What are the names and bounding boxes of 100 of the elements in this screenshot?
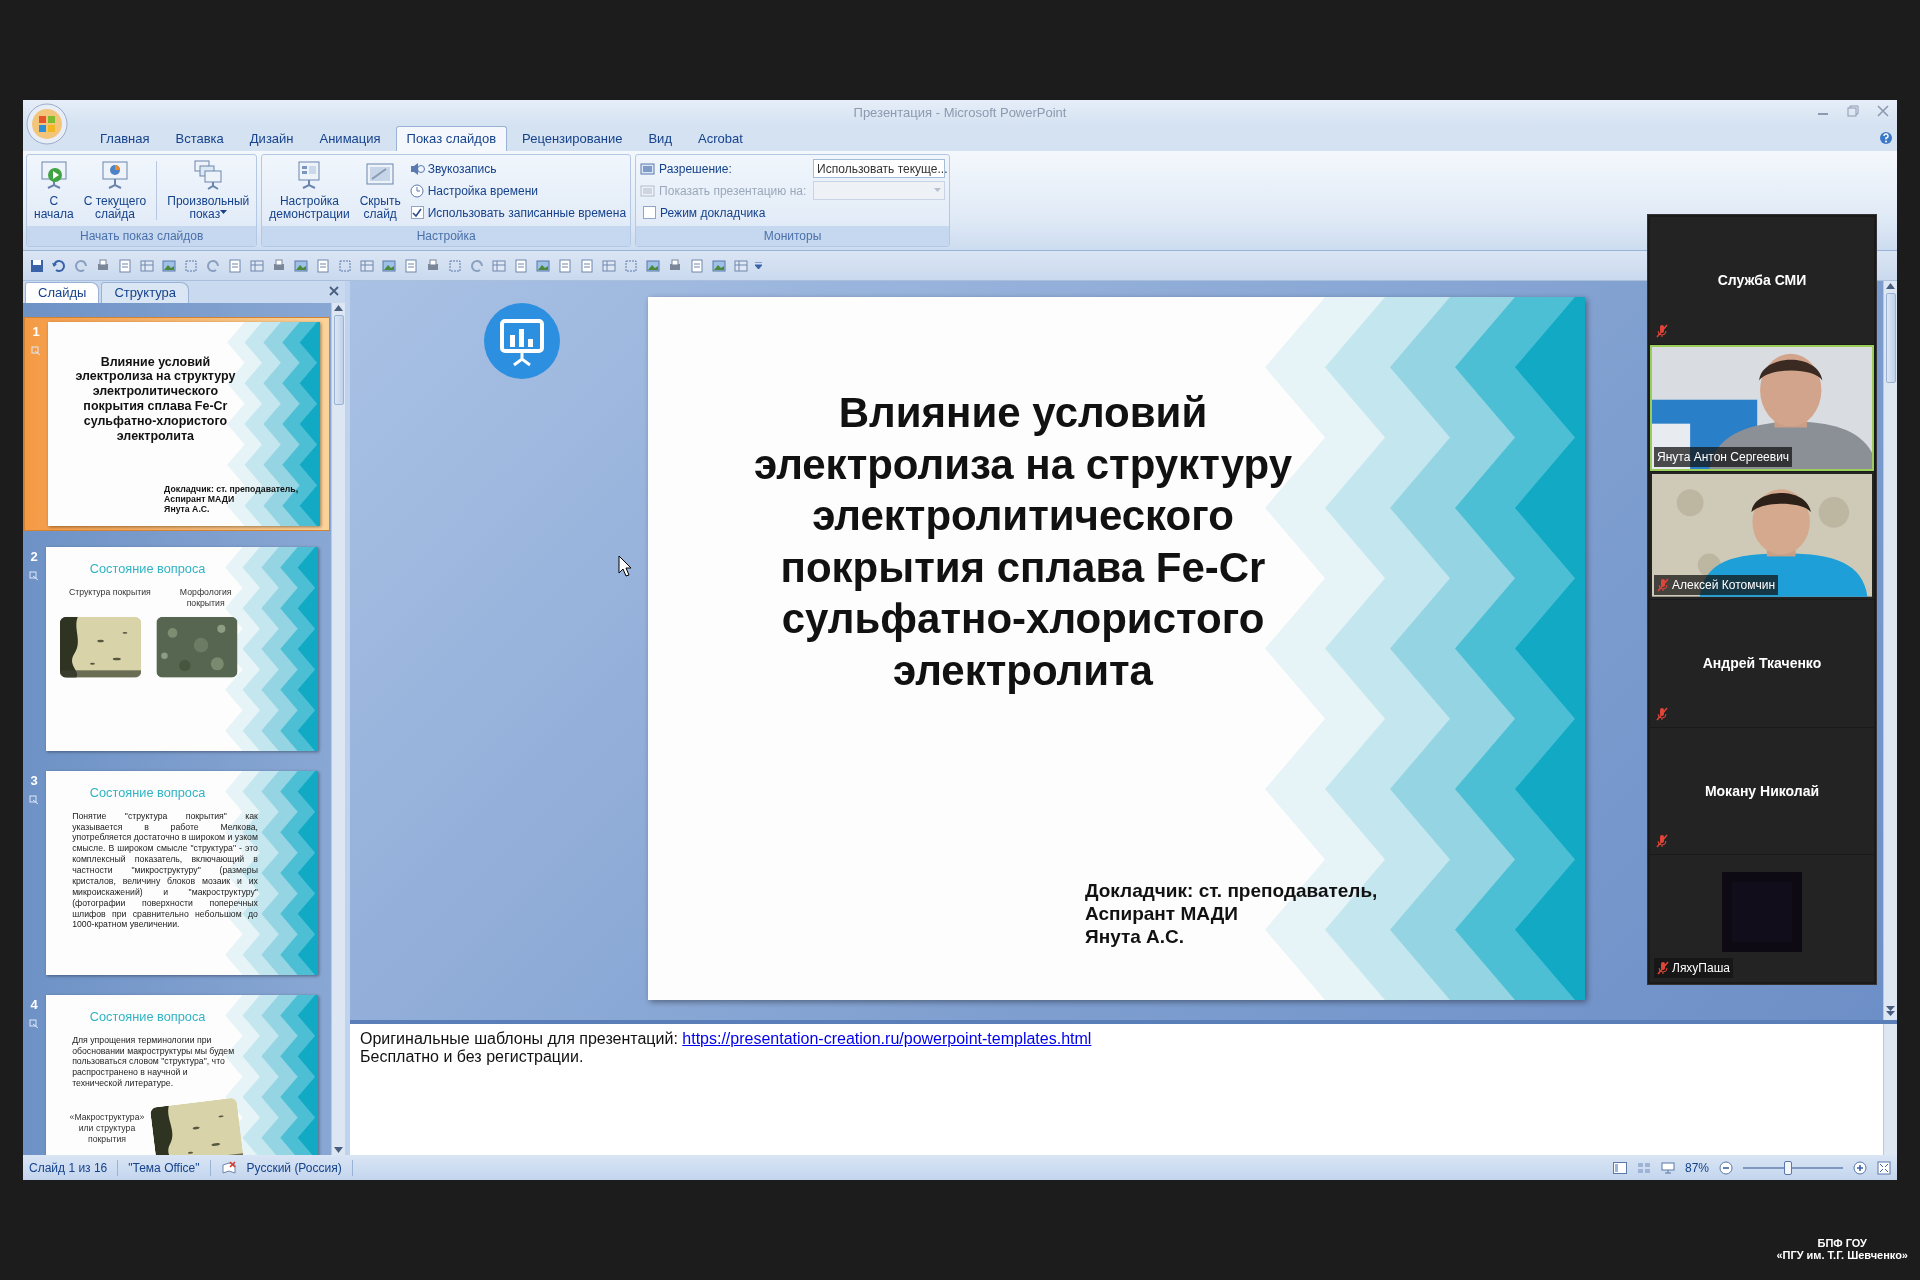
monitor-icon xyxy=(640,161,656,176)
dropdown-field[interactable]: Использовать текуще... xyxy=(813,159,946,178)
scrollbar[interactable] xyxy=(1883,1024,1897,1155)
close-icon[interactable] xyxy=(329,286,339,296)
scroll-up-icon[interactable] xyxy=(1886,283,1895,289)
document-icon[interactable] xyxy=(315,257,331,274)
ribbon-tab[interactable]: Анимация xyxy=(308,126,392,151)
photo-caption: «Макроструктура» или структура покрытия xyxy=(68,1111,146,1146)
redo-icon[interactable] xyxy=(205,257,221,274)
presentation-chart-icon[interactable] xyxy=(482,301,562,381)
table-icon[interactable] xyxy=(491,257,507,274)
ribbon-button[interactable]: С текущего слайда xyxy=(80,157,150,224)
ribbon-button[interactable]: Звукозапись xyxy=(407,159,499,178)
monitor-icon xyxy=(640,183,656,198)
selection-icon[interactable] xyxy=(183,257,199,274)
ribbon-tab[interactable]: Acrobat xyxy=(687,126,754,151)
clock-icon xyxy=(409,183,425,198)
scroll-thumb[interactable] xyxy=(1885,293,1896,383)
scrollbar[interactable] xyxy=(1883,281,1897,1020)
table-icon[interactable] xyxy=(249,257,265,274)
scroll-up-icon[interactable] xyxy=(334,305,343,311)
fit-window-icon[interactable] xyxy=(1877,1160,1891,1175)
document-icon[interactable] xyxy=(689,257,705,274)
ribbon-button[interactable]: С начала xyxy=(31,157,77,224)
ribbon-tab[interactable]: Показ слайдов xyxy=(395,126,508,151)
ribbon-button[interactable]: Произвольный показ xyxy=(164,157,253,224)
slideshow-icon[interactable] xyxy=(1660,1161,1675,1174)
slide-thumbnail[interactable] xyxy=(46,995,318,1155)
zoom-out-icon[interactable] xyxy=(1719,1160,1733,1175)
picture-icon[interactable] xyxy=(711,257,727,274)
slide-thumbnail[interactable] xyxy=(46,771,318,975)
speaker-icon xyxy=(409,161,425,176)
undo-icon[interactable] xyxy=(51,257,67,274)
language-label: Русский (Россия) xyxy=(246,1159,342,1177)
zoom-level: 87% xyxy=(1684,1159,1709,1177)
broadcaster-caption: «ПГУ им. Т.Г. Шевченко» xyxy=(1776,1249,1908,1261)
scroll-thumb[interactable] xyxy=(333,315,344,405)
transition-icon xyxy=(29,570,39,581)
ribbon-tab[interactable]: Дизайн xyxy=(238,126,305,151)
slide-title: Влияние условий электролиза на структуру электролитического покрытия сплава Fe-Cr сульфатно-хлористого электролита xyxy=(753,388,1293,696)
ribbon-tab[interactable]: Главная xyxy=(89,126,161,151)
window-title: Презентация - Microsoft PowerPoint xyxy=(853,103,1067,122)
picture-icon[interactable] xyxy=(535,257,551,274)
picture-icon[interactable] xyxy=(645,257,661,274)
document-icon[interactable] xyxy=(227,257,243,274)
caret-icon xyxy=(934,188,942,193)
checkbox[interactable] xyxy=(410,206,424,219)
help-icon[interactable] xyxy=(1879,131,1893,145)
document-icon[interactable] xyxy=(513,257,529,274)
table-icon[interactable] xyxy=(359,257,375,274)
pane-tab[interactable]: Структура xyxy=(101,282,190,303)
ribbon-button[interactable]: Настройка времени xyxy=(407,181,541,200)
ribbon-tab[interactable]: Рецензирование xyxy=(511,126,634,151)
scroll-down-icon[interactable] xyxy=(334,1147,343,1153)
document-icon[interactable] xyxy=(557,257,573,274)
redo-icon[interactable] xyxy=(73,257,89,274)
redo-icon[interactable] xyxy=(469,257,485,274)
transition-icon xyxy=(29,794,39,805)
checkbox-label: Режим докладчика xyxy=(660,204,766,222)
participant-name: Мокану Николай xyxy=(1704,781,1820,801)
restore-icon[interactable] xyxy=(1847,105,1859,117)
spellcheck-icon[interactable] xyxy=(220,1160,237,1175)
zoom-slider-thumb[interactable] xyxy=(1784,1160,1793,1175)
normal-view-icon[interactable] xyxy=(1612,1161,1627,1174)
customize-icon[interactable] xyxy=(755,261,762,270)
table-icon[interactable] xyxy=(139,257,155,274)
close-icon[interactable] xyxy=(1877,105,1889,117)
document-icon[interactable] xyxy=(117,257,133,274)
slide-sorter-icon[interactable] xyxy=(1636,1161,1651,1174)
document-icon[interactable] xyxy=(579,257,595,274)
next-slide-icon[interactable] xyxy=(1886,1004,1895,1018)
picture-icon[interactable] xyxy=(293,257,309,274)
document-icon[interactable] xyxy=(403,257,419,274)
group-label: Начать показ слайдов xyxy=(27,226,257,246)
zoom-in-icon[interactable] xyxy=(1853,1160,1867,1175)
slide-number: 1 xyxy=(32,323,40,341)
slide-thumbnail[interactable]: Состояние вопроса Структура покрытия Морфология покрытия xyxy=(46,547,318,751)
dropdown-field[interactable] xyxy=(813,181,946,200)
ribbon-tab[interactable]: Вставка xyxy=(164,126,235,151)
selection-icon[interactable] xyxy=(337,257,353,274)
photo-caption: Морфология покрытия xyxy=(178,586,233,609)
scrollbar[interactable] xyxy=(331,303,345,1155)
group-label: Мониторы xyxy=(636,226,950,246)
photo-caption: Структура покрытия xyxy=(67,586,152,598)
save-icon[interactable] xyxy=(29,257,45,274)
ribbon-tab[interactable]: Вид xyxy=(637,126,683,151)
pane-tab[interactable]: Слайды xyxy=(25,282,100,303)
selection-icon[interactable] xyxy=(623,257,639,274)
ribbon-button[interactable]: Скрыть слайд xyxy=(356,157,404,224)
participant-name: Служба СМИ xyxy=(1717,270,1807,290)
ribbon-button[interactable]: Настройка демонстрации xyxy=(266,157,353,224)
slide-thumbnail[interactable]: Влияние условий электролиза на структуру электролитического покрытия сплава Fe-Cr сульфатно-хлористого электролита Докладчик: ст. преподаватель, Аспирант МАДИ Янута А.С. xyxy=(48,322,320,526)
table-icon[interactable] xyxy=(601,257,617,274)
checkbox[interactable] xyxy=(643,206,657,219)
selection-icon[interactable] xyxy=(447,257,463,274)
picture-icon[interactable] xyxy=(161,257,177,274)
table-icon[interactable] xyxy=(733,257,749,274)
slide-number: 2 xyxy=(30,548,38,566)
link[interactable]: https://presentation-creation.ru/powerpoint-templates.html xyxy=(682,1030,1092,1047)
picture-icon[interactable] xyxy=(381,257,397,274)
